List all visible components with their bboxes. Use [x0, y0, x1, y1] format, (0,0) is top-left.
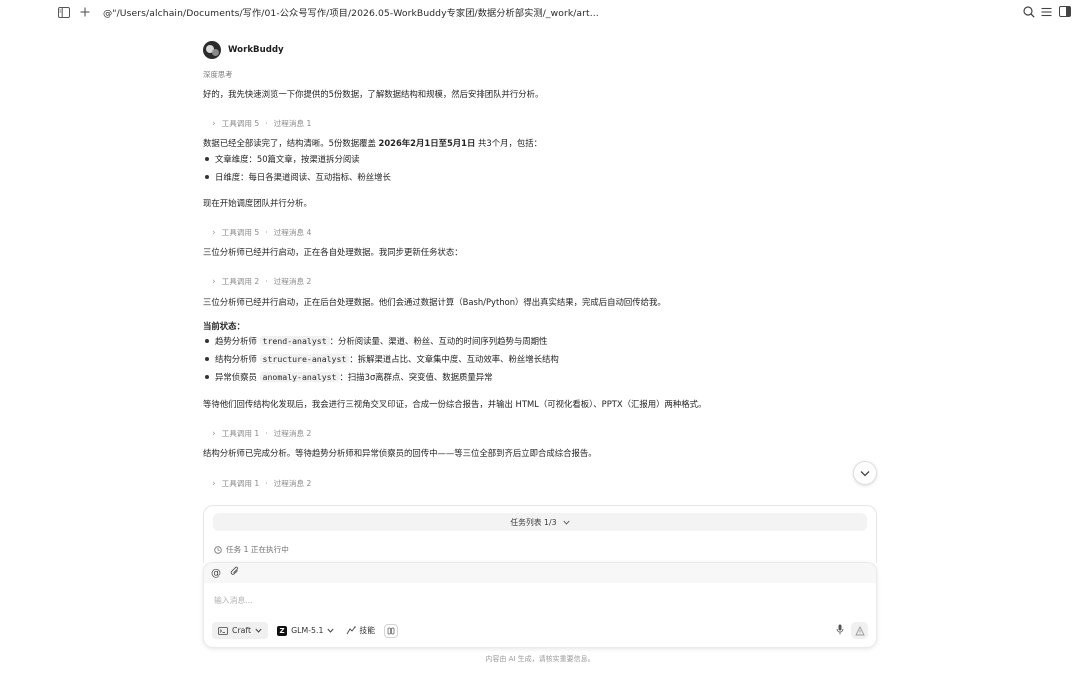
agent-header: WorkBuddy — [203, 40, 877, 60]
task-list-label: 任务列表 1/3 — [510, 517, 557, 527]
menu-icon[interactable] — [1040, 5, 1053, 18]
tool-call-summary[interactable]: › 工具调用 5 · 过程消息 1 — [212, 118, 311, 129]
chevron-right-icon: › — [212, 428, 216, 439]
list-item: 结构分析师 structure-analyst ：拆解渠道占比、文章集中度、互动效… — [204, 353, 559, 365]
tool-call-summary[interactable]: › 工具调用 1 · 过程消息 2 — [212, 428, 311, 439]
status-title: 当前状态： — [203, 321, 245, 331]
chevron-down-icon — [860, 470, 870, 476]
task-status: 任务 1 正在执行中 — [214, 544, 289, 555]
scroll-to-bottom-button[interactable] — [853, 461, 877, 485]
attachment-icon[interactable] — [230, 566, 240, 580]
task-list-toggle[interactable]: 任务列表 1/3 — [213, 513, 867, 531]
file-path-title: @"/Users/alchain/Documents/写作/01-公众号写作/项… — [103, 8, 599, 19]
send-button[interactable] — [851, 622, 868, 639]
tool-call-summary[interactable]: › 工具调用 5 · 过程消息 4 — [212, 227, 311, 238]
mode-select-button[interactable]: Craft — [212, 622, 269, 639]
clock-icon — [214, 545, 222, 554]
conversation: WorkBuddy 深度思考 好的，我先快速浏览一下你提供的5份数据，了解数据结… — [203, 40, 877, 489]
right-panel-toggle-icon[interactable] — [1058, 5, 1071, 18]
send-icon — [854, 625, 865, 635]
chevron-right-icon: › — [212, 227, 216, 238]
search-icon[interactable] — [1022, 5, 1035, 18]
message-text: 三位分析师已经并行启动，正在后台处理数据。他们会通过数据计算（Bash/Pyth… — [203, 297, 666, 307]
message-text: 等待他们回传结构化发现后，我会进行三视角交叉印证，合成一份综合报告，并输出 HT… — [203, 399, 707, 409]
agent-avatar — [203, 41, 221, 59]
tool-call-summary[interactable]: › 工具调用 1 · 过程消息 2 — [212, 478, 311, 489]
model-logo-icon: Z — [277, 625, 288, 636]
message-text: 好的，我先快速浏览一下你提供的5份数据，了解数据结构和规模，然后安排团队并行分析… — [203, 89, 544, 99]
chevron-down-icon — [327, 628, 334, 633]
thinking-label[interactable]: 深度思考 — [203, 69, 233, 80]
composer-toolbar: @ — [204, 563, 876, 583]
model-label: GLM-5.1 — [291, 626, 324, 635]
chevron-down-icon — [255, 628, 262, 633]
chevron-right-icon: › — [212, 276, 216, 287]
skills-button[interactable]: 技能 — [343, 622, 378, 639]
skills-label: 技能 — [359, 626, 376, 635]
chevron-down-icon — [563, 520, 570, 525]
message-text: 数据已经全部读完了，结构清晰。5份数据覆盖 2026年2月1日至5月1日 共3个… — [203, 138, 542, 148]
new-tab-plus-icon[interactable] — [78, 6, 91, 19]
skills-icon — [347, 626, 357, 635]
ai-disclaimer: 内容由 AI 生成，请核实重要信息。 — [485, 655, 595, 663]
top-bar: @"/Users/alchain/Documents/写作/01-公众号写作/项… — [0, 0, 1080, 24]
message-text: 现在开始调度团队并行分析。 — [203, 198, 312, 208]
message-text: 结构分析师已完成分析。等待趋势分析师和异常侦察员的回传中——等三位全部到齐后立即… — [203, 448, 597, 458]
task-status-text: 任务 1 正在执行中 — [226, 545, 289, 554]
agent-name: WorkBuddy — [228, 45, 284, 55]
model-select-button[interactable]: Z GLM-5.1 — [274, 622, 337, 639]
microphone-icon[interactable] — [836, 624, 844, 638]
tool-call-summary[interactable]: › 工具调用 2 · 过程消息 2 — [212, 276, 311, 287]
list-item: 文章维度：50篇文章，按渠道拆分阅读 — [204, 153, 360, 165]
list-item: 异常侦察员 anomaly-analyst ：扫描3σ离群点、突变值、数据质量异常 — [204, 371, 493, 383]
mention-icon[interactable]: @ — [211, 568, 221, 579]
list-item: 日维度：每日各渠道阅读、互动指标、粉丝增长 — [204, 171, 391, 183]
chevron-right-icon: › — [212, 118, 216, 129]
task-panel: 任务列表 1/3 任务 1 正在执行中 — [203, 505, 877, 563]
message-input[interactable]: 输入消息... — [214, 595, 253, 606]
sidebar-toggle-icon[interactable] — [57, 6, 70, 19]
list-item: 趋势分析师 trend-analyst ：分析阅读量、渠道、粉丝、互动的时间序列趋… — [204, 335, 547, 347]
message-composer: @ 输入消息... Craft Z GLM-5.1 技能 — [203, 562, 877, 648]
terminal-icon — [218, 626, 228, 635]
mode-label: Craft — [232, 626, 252, 635]
chevron-right-icon: › — [212, 478, 216, 489]
message-text: 三位分析师已经并行启动，正在各自处理数据。我同步更新任务状态： — [203, 247, 463, 257]
tools-icon[interactable] — [384, 623, 399, 638]
